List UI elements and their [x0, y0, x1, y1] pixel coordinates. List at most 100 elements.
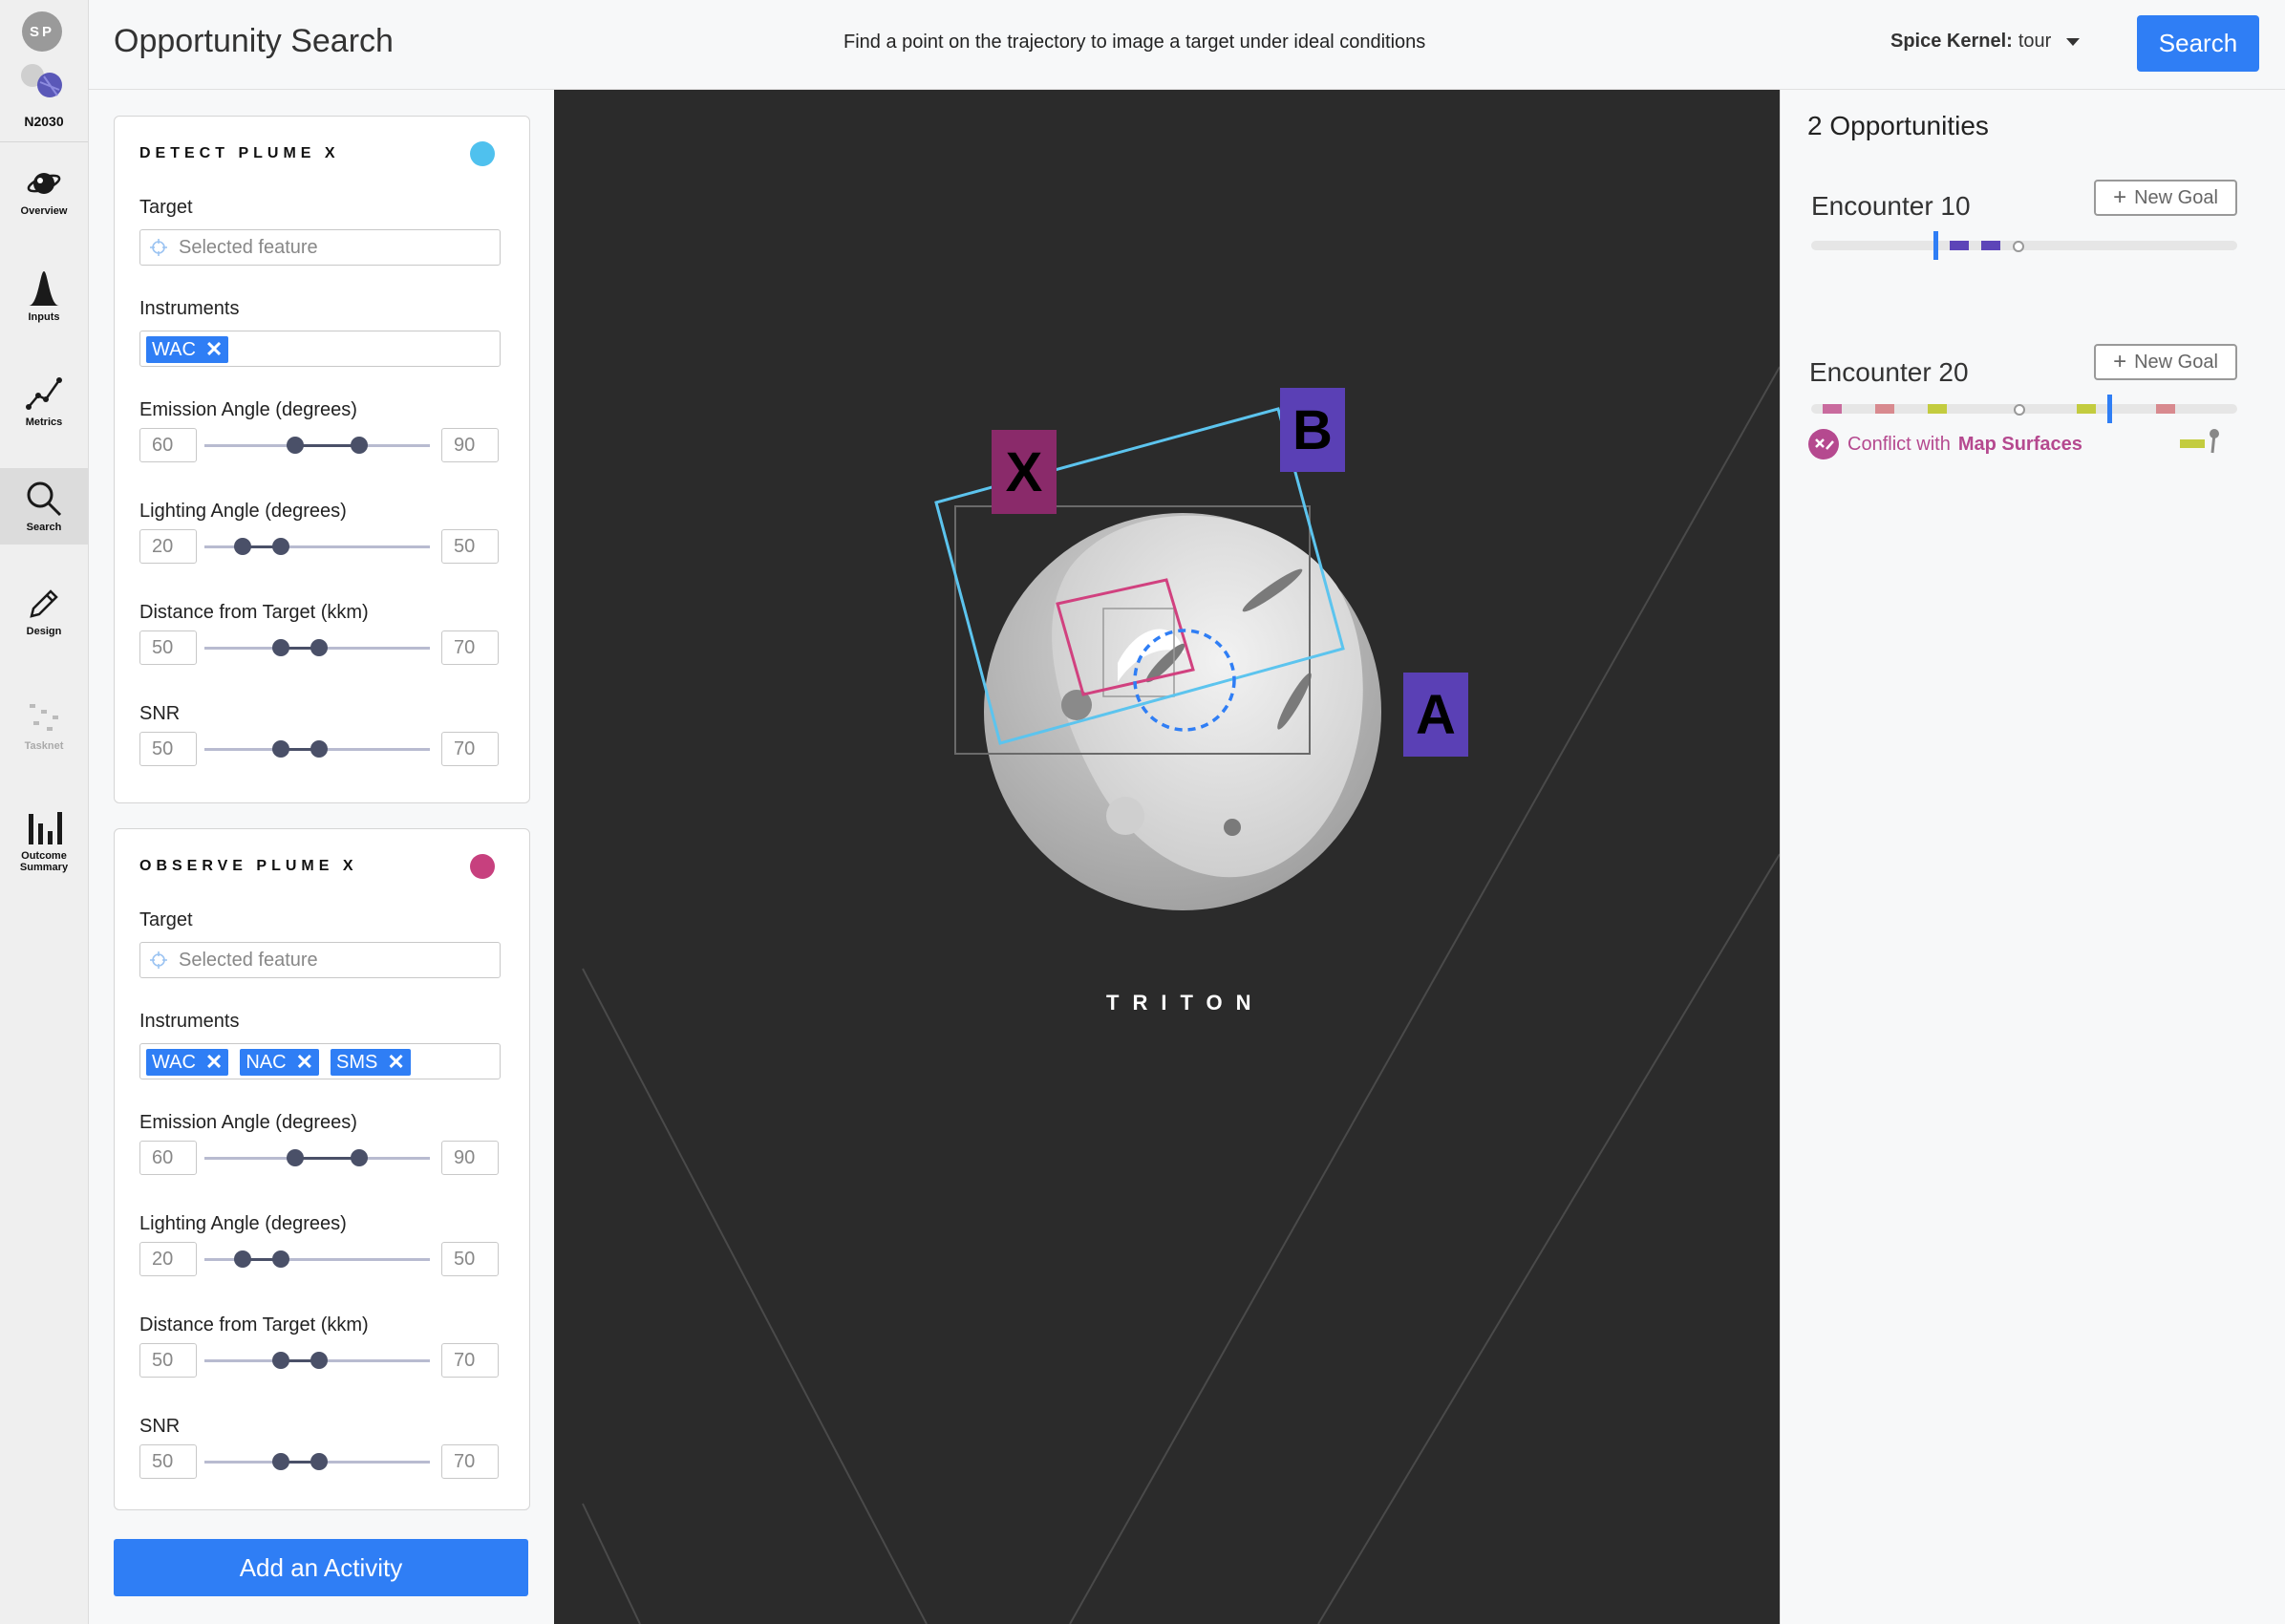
trajectory-line: [582, 1503, 641, 1624]
range-slider-min-handle[interactable]: [272, 740, 289, 758]
range-min-input[interactable]: 60: [139, 1141, 197, 1175]
nav-item-outcome-summary[interactable]: Outcome Summary: [0, 802, 88, 879]
range-label: Lighting Angle (degrees): [139, 501, 347, 522]
range-slider-min-handle[interactable]: [234, 538, 251, 555]
nav-item-tasknet[interactable]: Tasknet: [0, 688, 88, 764]
activity-color-dot[interactable]: [470, 854, 495, 879]
timeline-segment[interactable]: [1928, 404, 1947, 414]
conflict-target[interactable]: Map Surfaces: [1958, 434, 2082, 456]
range-max-input[interactable]: 50: [441, 529, 499, 564]
opportunities-panel: 2 Opportunities Encounter 10 + New Goal …: [1780, 90, 2285, 1624]
range-slider-min-handle[interactable]: [287, 437, 304, 454]
target-placeholder: Selected feature: [179, 237, 318, 258]
range-min-input[interactable]: 50: [139, 1343, 197, 1378]
encounter-timeline[interactable]: [1811, 395, 2237, 423]
range-max-input[interactable]: 50: [441, 1242, 499, 1276]
timeline-marker[interactable]: [2013, 241, 2024, 252]
range-slider-max-handle[interactable]: [272, 1250, 289, 1268]
timeline-marker[interactable]: [2014, 404, 2025, 416]
instruments-input[interactable]: WAC ✕: [139, 331, 501, 367]
timeline-segment[interactable]: [1981, 241, 2000, 250]
timeline-cursor[interactable]: [2107, 395, 2112, 423]
close-icon[interactable]: ✕: [387, 1052, 404, 1073]
range-min-input[interactable]: 60: [139, 428, 197, 462]
close-icon[interactable]: ✕: [205, 1052, 223, 1073]
instrument-chip[interactable]: SMS ✕: [331, 1049, 411, 1076]
new-goal-button[interactable]: + New Goal: [2094, 180, 2237, 216]
range-slider-max-handle[interactable]: [310, 639, 328, 656]
new-goal-button[interactable]: + New Goal: [2094, 344, 2237, 380]
search-button[interactable]: Search: [2137, 15, 2259, 72]
range-max-input[interactable]: 70: [441, 732, 499, 766]
marker-a[interactable]: A: [1403, 673, 1468, 757]
close-icon[interactable]: ✕: [296, 1052, 313, 1073]
timeline-segment[interactable]: [1875, 404, 1894, 414]
range-slider-max-handle[interactable]: [351, 1149, 368, 1166]
instrument-chip[interactable]: WAC ✕: [146, 336, 229, 363]
range-slider-max-handle[interactable]: [351, 437, 368, 454]
nav-item-design[interactable]: Design: [0, 573, 88, 650]
range-max-input[interactable]: 70: [441, 630, 499, 665]
marker-a-label: A: [1416, 683, 1456, 746]
plus-icon: +: [2113, 184, 2127, 210]
conflict-warning[interactable]: Conflict with Map Surfaces: [1807, 428, 2082, 460]
range-max-input[interactable]: 90: [441, 1141, 499, 1175]
range-slider-min-handle[interactable]: [272, 1453, 289, 1470]
add-activity-button[interactable]: Add an Activity: [114, 1539, 528, 1596]
crosshair-icon: [150, 951, 167, 969]
planet-icon: [27, 173, 61, 194]
timeline-segment[interactable]: [2156, 404, 2175, 414]
encounter-timeline[interactable]: [1811, 231, 2237, 260]
range-slider-max-handle[interactable]: [310, 740, 328, 758]
range-max-input[interactable]: 90: [441, 428, 499, 462]
nav-item-metrics[interactable]: Metrics: [0, 363, 88, 439]
range-slider-min-handle[interactable]: [234, 1250, 251, 1268]
bar-chart-icon: [29, 812, 62, 844]
instruments-label: Instruments: [139, 1011, 240, 1032]
close-icon[interactable]: ✕: [205, 339, 223, 360]
line-chart-icon: [26, 377, 62, 410]
spice-kernel-select[interactable]: Spice Kernel: tour: [1890, 31, 2081, 53]
range-min-input[interactable]: 20: [139, 529, 197, 564]
conflict-prefix: Conflict with: [1847, 433, 1951, 455]
encounter-title: Encounter 20: [1809, 357, 1969, 387]
range-min-input[interactable]: 20: [139, 1242, 197, 1276]
kernel-label: Spice Kernel:: [1890, 31, 2013, 52]
nav-item-search[interactable]: Search: [0, 468, 88, 545]
timeline-segment[interactable]: [2077, 404, 2096, 414]
target-label: Target: [139, 197, 193, 218]
trajectory-viewport[interactable]: X B A TRITON: [554, 90, 1780, 1624]
timeline-segment[interactable]: [1950, 241, 1969, 250]
range-min-input[interactable]: 50: [139, 630, 197, 665]
range-slider-max-handle[interactable]: [310, 1453, 328, 1470]
marker-b[interactable]: B: [1280, 388, 1345, 472]
range-max-input[interactable]: 70: [441, 1444, 499, 1479]
range-slider-min-handle[interactable]: [287, 1149, 304, 1166]
instrument-chip[interactable]: NAC ✕: [240, 1049, 320, 1076]
instrument-chip-label: NAC: [246, 1051, 287, 1073]
mission-name: N2030: [24, 114, 64, 129]
target-input[interactable]: Selected feature: [139, 229, 501, 266]
activity-card: OBSERVE PLUME X Target Selected feature I…: [114, 828, 530, 1510]
instrument-chip[interactable]: WAC ✕: [146, 1049, 229, 1076]
user-avatar[interactable]: SP: [22, 11, 62, 52]
nav-item-overview[interactable]: Overview: [0, 153, 88, 229]
range-min-input[interactable]: 50: [139, 732, 197, 766]
viewport-scene: [582, 366, 1780, 1624]
nav-item-inputs[interactable]: Inputs: [0, 258, 88, 334]
range-min-input[interactable]: 50: [139, 1444, 197, 1479]
timeline-cursor[interactable]: [1933, 231, 1938, 260]
range-max-input[interactable]: 70: [441, 1343, 499, 1378]
activity-color-dot[interactable]: [470, 141, 495, 166]
nav-rail: SP N2030 Overview Inputs Metrics Search …: [0, 0, 89, 1624]
timeline-segment[interactable]: [1823, 404, 1842, 414]
target-input[interactable]: Selected feature: [139, 942, 501, 978]
range-slider-max-handle[interactable]: [272, 538, 289, 555]
instruments-input[interactable]: WAC ✕ NAC ✕ SMS ✕: [139, 1043, 501, 1079]
target-label: Target: [139, 909, 193, 930]
range-slider-min-handle[interactable]: [272, 1352, 289, 1369]
range-slider-min-handle[interactable]: [272, 639, 289, 656]
marker-x[interactable]: X: [992, 430, 1057, 514]
range-slider-max-handle[interactable]: [310, 1352, 328, 1369]
nav-label-outcome-summary: Outcome Summary: [19, 850, 69, 873]
